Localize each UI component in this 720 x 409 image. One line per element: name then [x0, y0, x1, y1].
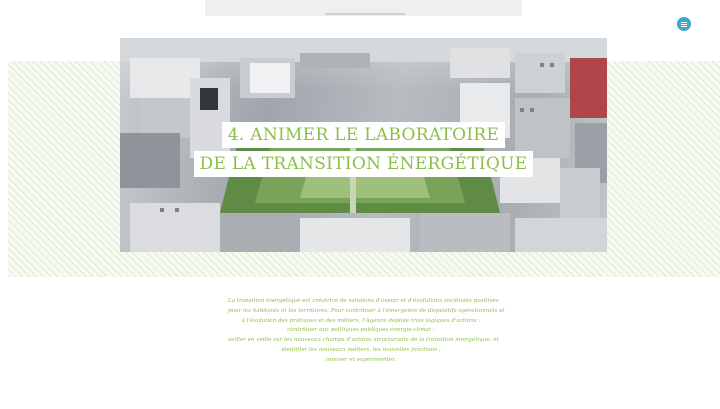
intro-line: à l'évolution des pratiques et des métie…	[241, 317, 481, 324]
intro-line: innover et expérimenter.	[325, 356, 397, 363]
menu-icon	[681, 21, 687, 27]
menu-button[interactable]	[677, 17, 691, 31]
hero-title-line-1: 4. ANIMER LE LABORATOIRE	[221, 122, 506, 148]
intro-line: veiller en veille sur les nouveaux champ…	[228, 337, 499, 344]
previous-section-image-edge	[325, 13, 405, 15]
intro-line: contribuer aux politiques publiques éner…	[287, 327, 435, 334]
intro-text: La transition énergétique est créatrice …	[228, 297, 505, 366]
intro-line: La transition énergétique est créatrice …	[228, 298, 499, 304]
hero-title: 4. ANIMER LE LABORATOIRE DE LA TRANSITIO…	[120, 122, 607, 177]
intro-line: identifier les nouveaux métiers, les nou…	[281, 346, 441, 353]
intro-line: pour les habitants et les territoires. P…	[228, 307, 505, 314]
hero-title-line-2: DE LA TRANSITION ÉNERGÉTIQUE	[193, 151, 534, 177]
previous-section-card	[205, 0, 522, 16]
hero-image: 4. ANIMER LE LABORATOIRE DE LA TRANSITIO…	[120, 38, 607, 252]
